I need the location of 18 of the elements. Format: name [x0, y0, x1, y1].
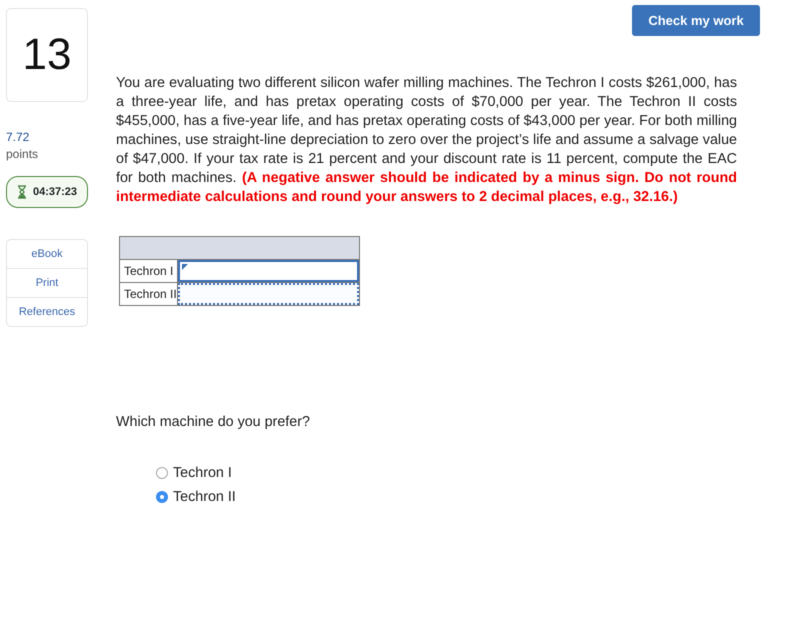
radio-button[interactable]	[156, 467, 168, 479]
option-label[interactable]: Techron II	[173, 489, 236, 505]
problem-text: You are evaluating two different silicon wafer milling machines. The Techron I costs $261,000, has a three-year life, and has pretax operating costs of $70,000 per year. The Techron II costs $455,000, has a five-year life, and has pretax operating costs of $43,000 per year. For both milling machines, use straight-line depreciation to zero over the project’s life and assume a salvage value of $47,000. If your tax rate is 21 percent and your discount rate is 11 percent, compute the EAC for both machines. (A negative answer should be indicated by a minus sign. Do not round intermediate calculations and round your answers to 2 decimal places, e.g., 32.16.)	[116, 74, 737, 207]
score-value: 7.72	[6, 130, 30, 144]
resource-link[interactable]: eBook	[7, 240, 87, 268]
option-label[interactable]: Techron I	[173, 465, 232, 481]
hourglass-icon	[16, 185, 27, 199]
check-my-work-button[interactable]: Check my work	[632, 5, 760, 36]
radio-button[interactable]	[156, 491, 168, 503]
marker-icon	[182, 264, 188, 270]
resource-link[interactable]: References	[7, 297, 87, 326]
question-number: 13	[6, 8, 88, 102]
resource-link[interactable]: Print	[7, 268, 87, 297]
answer-input[interactable]	[178, 283, 359, 305]
timer-text: 04:37:23	[32, 186, 78, 198]
answer-input[interactable]	[178, 260, 359, 282]
score-label: points	[6, 147, 40, 161]
question-text: Which machine do you prefer?	[116, 414, 311, 430]
